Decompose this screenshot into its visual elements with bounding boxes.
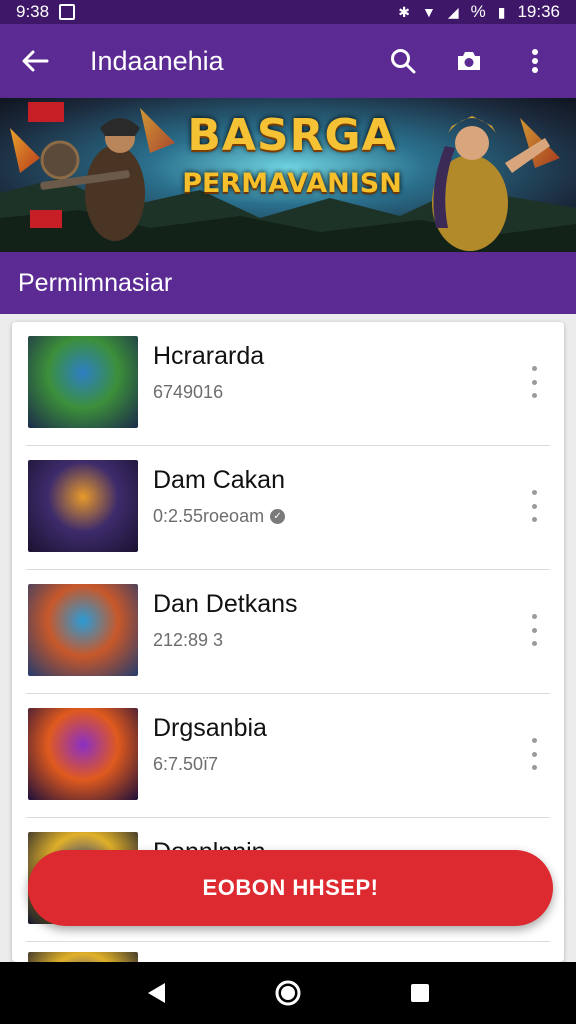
game-subtitle-text: 6749016 <box>153 382 224 402</box>
game-subtitle-text: 6:7.50ï7 <box>153 754 219 774</box>
list-item[interactable]: Dam Cakan 0:2.55roeoam ✓ <box>12 446 564 570</box>
nav-back-button[interactable] <box>126 962 186 1024</box>
back-button[interactable] <box>0 24 70 98</box>
game-subtitle: 0:2.55roeoam ✓ <box>153 506 286 527</box>
battery-icon: ▮ <box>497 4 506 20</box>
game-thumbnail <box>28 952 138 962</box>
list-item[interactable]: Dan Detkans 212:89 3 <box>12 570 564 694</box>
item-more-button[interactable] <box>522 486 546 526</box>
status-time-right: 19:36 <box>517 2 560 21</box>
primary-action-button[interactable]: EOBON HHSEP! <box>28 850 553 926</box>
search-button[interactable] <box>370 24 436 98</box>
camera-icon <box>458 52 480 70</box>
app-bar: Indaanehia <box>0 24 576 98</box>
section-header: Permimnasiar <box>0 252 576 314</box>
triangle-back-icon <box>148 983 165 1003</box>
item-more-button[interactable] <box>522 362 546 402</box>
more-vertical-icon <box>532 49 538 73</box>
circle-home-icon <box>275 980 301 1006</box>
search-icon <box>391 49 416 74</box>
more-options-button[interactable] <box>502 24 568 98</box>
game-subtitle-text: 0:2.55roeoam <box>153 506 265 526</box>
list-item[interactable]: Hcrararda 6749016 <box>12 322 564 446</box>
banner-subheadline: PERMAVANISN <box>182 168 402 199</box>
game-name: Hcrararda <box>153 342 265 370</box>
verified-check-icon: ✓ <box>270 509 286 524</box>
status-time-left: 9:38 <box>16 2 50 21</box>
promo-banner[interactable]: BASRGA PERMAVANISN <box>0 98 576 252</box>
wifi-icon: ◢ <box>447 4 459 20</box>
game-subtitle: 212:89 3 <box>153 630 223 651</box>
banner-headline: BASRGA <box>187 110 397 161</box>
item-more-button[interactable] <box>522 610 546 650</box>
arrow-left-icon <box>22 50 49 72</box>
list-item[interactable] <box>12 942 564 962</box>
vibrate-icon: ✱ <box>398 4 410 20</box>
page-title: Indaanehia <box>90 45 224 76</box>
notification-icon <box>59 4 76 20</box>
game-subtitle: 6:7.50ï7 <box>153 754 218 775</box>
game-thumbnail <box>28 708 138 800</box>
nav-home-button[interactable] <box>258 962 318 1024</box>
battery-percent-label: % <box>470 2 486 21</box>
game-thumbnail <box>28 584 138 676</box>
game-thumbnail <box>28 460 138 552</box>
section-title: Permimnasiar <box>18 268 173 297</box>
system-nav-bar <box>0 962 576 1024</box>
square-recents-icon <box>411 984 429 1002</box>
status-bar: 9:38 ✱ ▼ ◢ % ▮ 19:36 <box>0 0 576 24</box>
game-subtitle-text: 212:89 3 <box>153 630 224 650</box>
primary-action-label: EOBON HHSEP! <box>202 875 379 900</box>
game-name: Dam Cakan <box>153 466 285 494</box>
list-item[interactable]: Drgsanbia 6:7.50ï7 <box>12 694 564 818</box>
game-subtitle: 6749016 <box>153 382 223 403</box>
camera-button[interactable] <box>436 24 502 98</box>
game-name: Dan Detkans <box>153 590 298 618</box>
item-more-button[interactable] <box>522 734 546 774</box>
game-name: Drgsanbia <box>153 714 267 742</box>
nav-recents-button[interactable] <box>390 962 450 1024</box>
game-thumbnail <box>28 336 138 428</box>
signal-icon: ▼ <box>421 4 436 20</box>
